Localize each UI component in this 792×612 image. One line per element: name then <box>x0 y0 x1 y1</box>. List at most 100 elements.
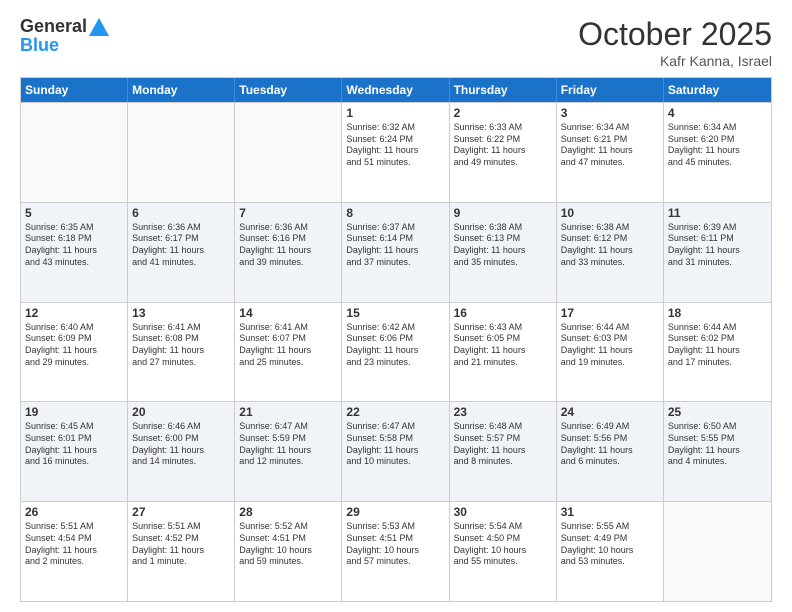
calendar-header: SundayMondayTuesdayWednesdayThursdayFrid… <box>21 78 771 102</box>
calendar-cell: 4 Sunrise: 6:34 AM Sunset: 6:20 PM Daylig… <box>664 103 771 202</box>
calendar-cell: 25 Sunrise: 6:50 AM Sunset: 5:55 PM Dayli… <box>664 402 771 501</box>
cell-info: Sunrise: 6:49 AM Sunset: 5:56 PM Dayligh… <box>561 421 659 468</box>
cell-info: Sunrise: 6:46 AM Sunset: 6:00 PM Dayligh… <box>132 421 230 468</box>
cell-info: Sunrise: 6:48 AM Sunset: 5:57 PM Dayligh… <box>454 421 552 468</box>
cell-info: Sunrise: 5:55 AM Sunset: 4:49 PM Dayligh… <box>561 521 659 568</box>
cell-info: Sunrise: 6:47 AM Sunset: 5:59 PM Dayligh… <box>239 421 337 468</box>
cell-info: Sunrise: 6:45 AM Sunset: 6:01 PM Dayligh… <box>25 421 123 468</box>
calendar-cell: 30 Sunrise: 5:54 AM Sunset: 4:50 PM Dayli… <box>450 502 557 601</box>
cell-day-number: 20 <box>132 405 230 419</box>
calendar-cell: 26Sunrise: 5:51 AM Sunset: 4:54 PM Dayli… <box>21 502 128 601</box>
cell-info: Sunrise: 6:34 AM Sunset: 6:20 PM Dayligh… <box>668 122 767 169</box>
location-subtitle: Kafr Kanna, Israel <box>578 53 772 69</box>
calendar-cell: 19Sunrise: 6:45 AM Sunset: 6:01 PM Dayli… <box>21 402 128 501</box>
cell-info: Sunrise: 6:41 AM Sunset: 6:08 PM Dayligh… <box>132 322 230 369</box>
calendar-cell: 24 Sunrise: 6:49 AM Sunset: 5:56 PM Dayli… <box>557 402 664 501</box>
header-day-thursday: Thursday <box>450 78 557 102</box>
cell-info: Sunrise: 6:44 AM Sunset: 6:03 PM Dayligh… <box>561 322 659 369</box>
cell-info: Sunrise: 6:34 AM Sunset: 6:21 PM Dayligh… <box>561 122 659 169</box>
cell-info: Sunrise: 6:44 AM Sunset: 6:02 PM Dayligh… <box>668 322 767 369</box>
calendar-cell: 17 Sunrise: 6:44 AM Sunset: 6:03 PM Dayli… <box>557 303 664 402</box>
calendar-cell: 5 Sunrise: 6:35 AM Sunset: 6:18 PM Daylig… <box>21 203 128 302</box>
calendar-cell: 16Sunrise: 6:43 AM Sunset: 6:05 PM Dayli… <box>450 303 557 402</box>
cell-info: Sunrise: 6:40 AM Sunset: 6:09 PM Dayligh… <box>25 322 123 369</box>
cell-day-number: 9 <box>454 206 552 220</box>
header-day-wednesday: Wednesday <box>342 78 449 102</box>
calendar-cell: 20 Sunrise: 6:46 AM Sunset: 6:00 PM Dayli… <box>128 402 235 501</box>
logo-blue-text: Blue <box>20 35 59 56</box>
calendar-week-4: 19Sunrise: 6:45 AM Sunset: 6:01 PM Dayli… <box>21 401 771 501</box>
cell-day-number: 25 <box>668 405 767 419</box>
cell-day-number: 28 <box>239 505 337 519</box>
calendar-cell: 3Sunrise: 6:34 AM Sunset: 6:21 PM Daylig… <box>557 103 664 202</box>
cell-info: Sunrise: 6:35 AM Sunset: 6:18 PM Dayligh… <box>25 222 123 269</box>
calendar-cell: 22 Sunrise: 6:47 AM Sunset: 5:58 PM Dayli… <box>342 402 449 501</box>
calendar-cell: 23 Sunrise: 6:48 AM Sunset: 5:57 PM Dayli… <box>450 402 557 501</box>
calendar-cell: 8 Sunrise: 6:37 AM Sunset: 6:14 PM Daylig… <box>342 203 449 302</box>
cell-day-number: 5 <box>25 206 123 220</box>
cell-day-number: 4 <box>668 106 767 120</box>
cell-day-number: 18 <box>668 306 767 320</box>
calendar-cell: 31Sunrise: 5:55 AM Sunset: 4:49 PM Dayli… <box>557 502 664 601</box>
cell-day-number: 6 <box>132 206 230 220</box>
calendar-cell: 29Sunrise: 5:53 AM Sunset: 4:51 PM Dayli… <box>342 502 449 601</box>
calendar-cell: 7 Sunrise: 6:36 AM Sunset: 6:16 PM Daylig… <box>235 203 342 302</box>
calendar-week-2: 5 Sunrise: 6:35 AM Sunset: 6:18 PM Daylig… <box>21 202 771 302</box>
calendar-cell: 12 Sunrise: 6:40 AM Sunset: 6:09 PM Dayli… <box>21 303 128 402</box>
cell-info: Sunrise: 6:37 AM Sunset: 6:14 PM Dayligh… <box>346 222 444 269</box>
cell-info: Sunrise: 5:54 AM Sunset: 4:50 PM Dayligh… <box>454 521 552 568</box>
cell-day-number: 21 <box>239 405 337 419</box>
cell-day-number: 30 <box>454 505 552 519</box>
cell-day-number: 12 <box>25 306 123 320</box>
calendar-cell: 11Sunrise: 6:39 AM Sunset: 6:11 PM Dayli… <box>664 203 771 302</box>
calendar-cell: 28 Sunrise: 5:52 AM Sunset: 4:51 PM Dayli… <box>235 502 342 601</box>
cell-info: Sunrise: 6:41 AM Sunset: 6:07 PM Dayligh… <box>239 322 337 369</box>
cell-day-number: 8 <box>346 206 444 220</box>
calendar-cell: 21 Sunrise: 6:47 AM Sunset: 5:59 PM Dayli… <box>235 402 342 501</box>
calendar-cell: 2Sunrise: 6:33 AM Sunset: 6:22 PM Daylig… <box>450 103 557 202</box>
cell-day-number: 1 <box>346 106 444 120</box>
cell-day-number: 23 <box>454 405 552 419</box>
cell-info: Sunrise: 6:38 AM Sunset: 6:13 PM Dayligh… <box>454 222 552 269</box>
cell-day-number: 24 <box>561 405 659 419</box>
calendar-cell: 6Sunrise: 6:36 AM Sunset: 6:17 PM Daylig… <box>128 203 235 302</box>
logo-general-text: General <box>20 16 87 37</box>
cell-info: Sunrise: 6:50 AM Sunset: 5:55 PM Dayligh… <box>668 421 767 468</box>
calendar-week-5: 26Sunrise: 5:51 AM Sunset: 4:54 PM Dayli… <box>21 501 771 601</box>
cell-day-number: 10 <box>561 206 659 220</box>
header-day-sunday: Sunday <box>21 78 128 102</box>
header-day-friday: Friday <box>557 78 664 102</box>
calendar-body: 1 Sunrise: 6:32 AM Sunset: 6:24 PM Daylig… <box>21 102 771 601</box>
cell-info: Sunrise: 6:32 AM Sunset: 6:24 PM Dayligh… <box>346 122 444 169</box>
calendar-cell <box>664 502 771 601</box>
calendar-week-3: 12 Sunrise: 6:40 AM Sunset: 6:09 PM Dayli… <box>21 302 771 402</box>
calendar-cell <box>21 103 128 202</box>
calendar-cell: 13 Sunrise: 6:41 AM Sunset: 6:08 PM Dayli… <box>128 303 235 402</box>
cell-day-number: 11 <box>668 206 767 220</box>
cell-info: Sunrise: 5:53 AM Sunset: 4:51 PM Dayligh… <box>346 521 444 568</box>
header-day-saturday: Saturday <box>664 78 771 102</box>
cell-day-number: 15 <box>346 306 444 320</box>
cell-info: Sunrise: 6:47 AM Sunset: 5:58 PM Dayligh… <box>346 421 444 468</box>
cell-info: Sunrise: 5:52 AM Sunset: 4:51 PM Dayligh… <box>239 521 337 568</box>
cell-info: Sunrise: 6:42 AM Sunset: 6:06 PM Dayligh… <box>346 322 444 369</box>
calendar-cell: 10Sunrise: 6:38 AM Sunset: 6:12 PM Dayli… <box>557 203 664 302</box>
cell-day-number: 27 <box>132 505 230 519</box>
cell-info: Sunrise: 5:51 AM Sunset: 4:54 PM Dayligh… <box>25 521 123 568</box>
header-day-monday: Monday <box>128 78 235 102</box>
calendar-cell: 14Sunrise: 6:41 AM Sunset: 6:07 PM Dayli… <box>235 303 342 402</box>
calendar-cell: 18 Sunrise: 6:44 AM Sunset: 6:02 PM Dayli… <box>664 303 771 402</box>
header-day-tuesday: Tuesday <box>235 78 342 102</box>
calendar-cell <box>235 103 342 202</box>
logo: General Blue <box>20 16 109 56</box>
calendar-cell: 27 Sunrise: 5:51 AM Sunset: 4:52 PM Dayli… <box>128 502 235 601</box>
cell-day-number: 22 <box>346 405 444 419</box>
cell-day-number: 16 <box>454 306 552 320</box>
cell-day-number: 7 <box>239 206 337 220</box>
cell-info: Sunrise: 5:51 AM Sunset: 4:52 PM Dayligh… <box>132 521 230 568</box>
cell-day-number: 13 <box>132 306 230 320</box>
cell-info: Sunrise: 6:36 AM Sunset: 6:16 PM Dayligh… <box>239 222 337 269</box>
calendar-cell: 1 Sunrise: 6:32 AM Sunset: 6:24 PM Daylig… <box>342 103 449 202</box>
cell-day-number: 17 <box>561 306 659 320</box>
calendar-cell: 9 Sunrise: 6:38 AM Sunset: 6:13 PM Daylig… <box>450 203 557 302</box>
